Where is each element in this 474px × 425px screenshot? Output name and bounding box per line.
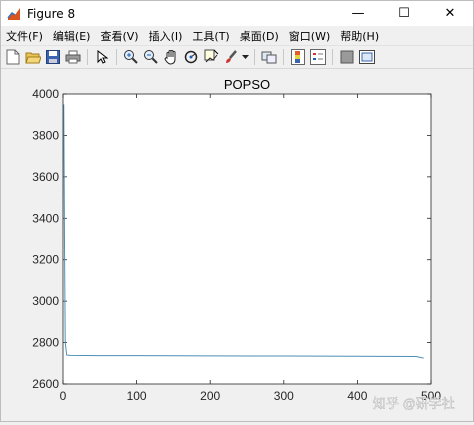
hide-plot-tools-icon[interactable]	[338, 48, 356, 66]
zoom-out-icon[interactable]	[142, 48, 160, 66]
menu-window[interactable]: 窗口(W)	[284, 28, 335, 44]
menu-file[interactable]: 文件(F)	[1, 28, 48, 44]
close-button[interactable]: ✕	[427, 1, 473, 26]
y-tick-label: 3400	[32, 211, 59, 225]
menu-bar: 文件(F) 编辑(E) 查看(V) 插入(I) 工具(T) 桌面(D) 窗口(W…	[1, 26, 473, 45]
y-tick-label: 3000	[32, 294, 59, 308]
y-tick-label: 2600	[32, 377, 59, 391]
menu-edit[interactable]: 编辑(E)	[48, 28, 96, 44]
x-tick-label: 100	[127, 389, 147, 403]
y-tick-label: 3200	[32, 253, 59, 267]
menu-help[interactable]: 帮助(H)	[335, 28, 384, 44]
menu-view[interactable]: 查看(V)	[95, 28, 143, 44]
edit-plot-arrow-icon[interactable]	[93, 48, 111, 66]
x-tick-label: 200	[200, 389, 220, 403]
figure-window: Figure 8 — ☐ ✕ 文件(F) 编辑(E) 查看(V) 插入(I) 工…	[0, 0, 474, 422]
link-plot-icon[interactable]	[260, 48, 278, 66]
y-tick-label: 4000	[32, 87, 59, 101]
x-tick-label: 300	[274, 389, 294, 403]
minimize-button[interactable]: —	[335, 1, 381, 26]
insert-legend-icon[interactable]	[309, 48, 327, 66]
zoom-in-icon[interactable]	[122, 48, 140, 66]
y-tick-label: 3600	[32, 170, 59, 184]
pan-hand-icon[interactable]	[162, 48, 180, 66]
maximize-button[interactable]: ☐	[381, 1, 427, 26]
figure-toolbar	[1, 45, 473, 69]
menu-tools[interactable]: 工具(T)	[187, 28, 234, 44]
x-tick-label: 400	[347, 389, 367, 403]
y-tick-label: 2800	[32, 336, 59, 350]
brush-dropdown-icon[interactable]	[242, 48, 249, 66]
rotate-3d-icon[interactable]	[182, 48, 200, 66]
title-bar: Figure 8 — ☐ ✕	[1, 1, 473, 26]
menu-desktop[interactable]: 桌面(D)	[235, 28, 284, 44]
data-cursor-icon[interactable]	[202, 48, 220, 66]
matlab-app-icon	[7, 6, 21, 21]
y-tick-label: 3800	[32, 128, 59, 142]
x-tick-label: 0	[60, 389, 67, 403]
window-title: Figure 8	[27, 6, 76, 21]
open-file-icon[interactable]	[24, 48, 42, 66]
axes-background	[63, 94, 431, 384]
figure-canvas: POPSO 2600 2800 3000 3200 3400 3600 3800 4000 0…	[1, 70, 473, 421]
new-figure-icon[interactable]	[4, 48, 22, 66]
chart-title: POPSO	[224, 77, 270, 92]
show-plot-tools-icon[interactable]	[358, 48, 376, 66]
brush-icon[interactable]	[222, 48, 240, 66]
insert-colorbar-icon[interactable]	[289, 48, 307, 66]
save-icon[interactable]	[44, 48, 62, 66]
watermark-text: 知乎 @研学社	[373, 396, 455, 411]
print-icon[interactable]	[64, 48, 82, 66]
popso-chart[interactable]: POPSO 2600 2800 3000 3200 3400 3600 3800 4000 0…	[1, 70, 473, 421]
menu-insert[interactable]: 插入(I)	[144, 28, 188, 44]
